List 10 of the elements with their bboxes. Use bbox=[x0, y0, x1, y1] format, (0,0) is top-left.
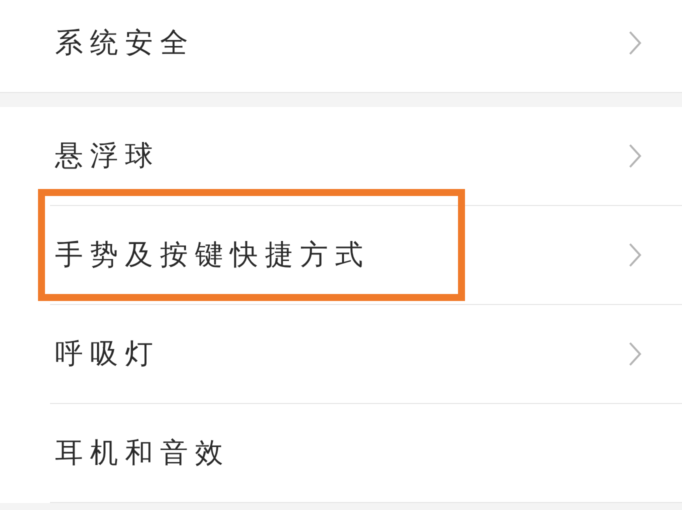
settings-item[interactable]: 手势及按键快捷方式 bbox=[50, 206, 682, 305]
item-label: 系统安全 bbox=[55, 25, 196, 61]
item-label: 手势及按键快捷方式 bbox=[55, 237, 371, 273]
settings-item[interactable]: 悬浮球 bbox=[50, 107, 682, 206]
settings-item[interactable]: 呼吸灯 bbox=[50, 305, 682, 404]
settings-item[interactable]: 系统安全 bbox=[0, 0, 682, 93]
item-label: 悬浮球 bbox=[55, 138, 161, 174]
item-label: 耳机和音效 bbox=[55, 435, 231, 471]
item-label: 呼吸灯 bbox=[55, 336, 161, 372]
settings-item[interactable]: 耳机和音效 bbox=[50, 404, 682, 503]
